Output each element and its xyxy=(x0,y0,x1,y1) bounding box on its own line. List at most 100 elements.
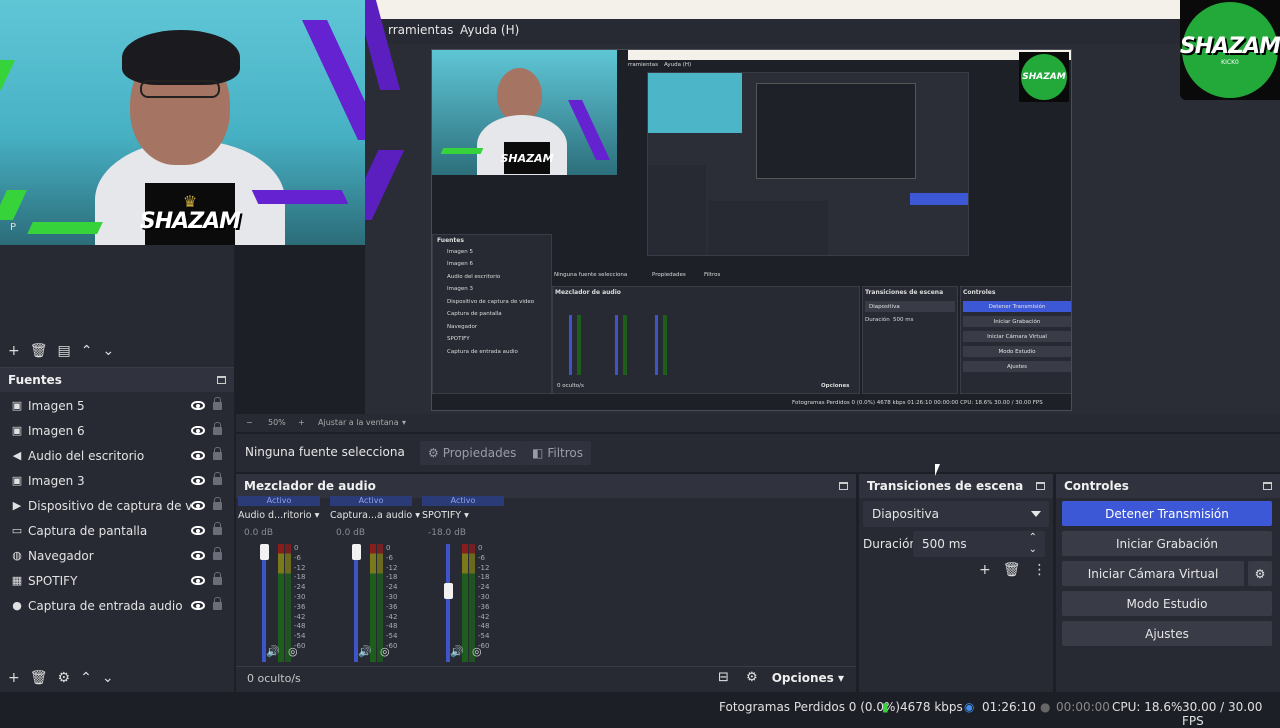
preview-meter xyxy=(577,315,581,375)
source-item[interactable]: ◀ Audio del escritorio xyxy=(0,443,234,468)
lock-icon[interactable] xyxy=(213,496,222,510)
preview-controls-panel: Controles Detener Transmisión Iniciar Gr… xyxy=(960,286,1071,394)
volume-slider-knob[interactable] xyxy=(260,544,269,560)
start-virtual-camera-button[interactable]: Iniciar Cámara Virtual xyxy=(1062,561,1244,586)
gear-icon[interactable]: ⚙ xyxy=(746,670,758,685)
trash-icon[interactable]: 🗑 xyxy=(1003,562,1021,578)
source-item[interactable]: ◍ Navegador xyxy=(0,543,234,568)
trash-icon[interactable]: 🗑 xyxy=(30,343,48,359)
fit-window[interactable]: Ajustar a la ventana xyxy=(318,418,399,427)
eye-icon[interactable] xyxy=(191,526,205,535)
mixer-header: Mezclador de audio xyxy=(236,474,856,498)
meter-tick-label: -36 xyxy=(386,602,398,611)
source-item[interactable]: ▶ Dispositivo de captura de vídeo xyxy=(0,493,234,518)
float-icon[interactable] xyxy=(1263,482,1272,490)
eye-icon[interactable] xyxy=(191,476,205,485)
settings-button[interactable]: Ajustes xyxy=(1062,621,1272,646)
lock-icon[interactable] xyxy=(213,396,222,410)
source-label: Audio del escritorio xyxy=(28,448,145,463)
add-icon[interactable]: + xyxy=(979,562,991,578)
lock-icon[interactable] xyxy=(213,421,222,435)
virtual-camera-settings-button[interactable]: ⚙ xyxy=(1248,561,1272,586)
zoom-in-icon[interactable]: + xyxy=(298,418,305,427)
transition-value: Diapositiva xyxy=(872,507,939,521)
chevron-down-icon[interactable]: ⌄ xyxy=(102,343,114,359)
camera-icon: ▶ xyxy=(12,499,22,512)
menu-help[interactable]: Ayuda (H) xyxy=(460,23,519,37)
record-time: 00:00:00 xyxy=(1056,700,1110,714)
eye-icon[interactable] xyxy=(191,501,205,510)
chevron-down-icon[interactable]: ▾ xyxy=(402,418,406,427)
live-time: 01:26:10 xyxy=(982,700,1036,714)
chevron-up-icon[interactable]: ⌃ xyxy=(81,343,93,359)
audio-mixer-dock: Mezclador de audio Activo Audio d...ritor… xyxy=(236,474,856,692)
source-item[interactable]: ▦ SPOTIFY xyxy=(0,568,234,593)
preview-meter xyxy=(663,315,667,375)
volume-slider-knob[interactable] xyxy=(352,544,361,560)
spin-arrows-icon[interactable]: ⌃ ⌄ xyxy=(1029,532,1037,556)
sources-toolbar: + 🗑 ⚙ ⌃ ⌄ xyxy=(8,670,114,686)
float-icon[interactable] xyxy=(1036,482,1045,490)
source-item[interactable]: ● Captura de entrada audio xyxy=(0,593,234,618)
lock-icon[interactable] xyxy=(213,446,222,460)
eye-icon[interactable] xyxy=(191,601,205,610)
headphones-icon[interactable]: ◎ xyxy=(380,645,390,658)
options-button[interactable]: Opciones ▾ xyxy=(772,671,844,685)
eye-icon[interactable] xyxy=(191,451,205,460)
channel-name[interactable]: Audio d...ritorio ▾ xyxy=(238,510,319,521)
start-recording-button[interactable]: Iniciar Grabación xyxy=(1062,531,1272,556)
lock-icon[interactable] xyxy=(213,571,222,585)
eye-icon[interactable] xyxy=(191,401,205,410)
channel-name[interactable]: Captura...a audio ▾ xyxy=(330,510,420,521)
preview-nested-mixer xyxy=(708,201,828,255)
properties-button[interactable]: ⚙ Propiedades xyxy=(420,441,525,465)
add-icon[interactable]: + xyxy=(8,343,20,359)
transition-select[interactable]: Diapositiva xyxy=(863,501,1049,527)
stop-streaming-button[interactable]: Detener Transmisión xyxy=(1062,501,1272,526)
eye-icon[interactable] xyxy=(191,551,205,560)
chevron-up-icon[interactable]: ⌃ xyxy=(80,670,92,686)
layout-icon[interactable]: ⊟ xyxy=(718,670,729,685)
filter-icon: ◧ xyxy=(532,446,544,460)
filters-button[interactable]: ◧ Filtros xyxy=(524,441,592,465)
globe-icon: ◍ xyxy=(12,549,22,562)
add-icon[interactable]: + xyxy=(8,670,20,686)
filter-icon[interactable]: ▤ xyxy=(58,343,71,359)
duration-input[interactable]: 500 ms ⌃ ⌄ xyxy=(913,531,1045,557)
gear-icon[interactable]: ⚙ xyxy=(58,670,71,686)
preview-stop-label: Detener Transmisión xyxy=(988,303,1046,310)
source-item[interactable]: ▭ Captura de pantalla xyxy=(0,518,234,543)
headphones-icon[interactable]: ◎ xyxy=(288,645,298,658)
preview-status: Fotogramas Perdidos 0 (0.0%) 4678 kbps 0… xyxy=(792,400,1043,406)
headphones-icon[interactable]: ◎ xyxy=(472,645,482,658)
more-icon[interactable]: ⋮ xyxy=(1033,562,1047,578)
speaker-icon[interactable]: 🔊 xyxy=(358,645,372,658)
studio-mode-button[interactable]: Modo Estudio xyxy=(1062,591,1272,616)
chevron-down-icon[interactable]: ⌄ xyxy=(102,670,114,686)
lock-icon[interactable] xyxy=(213,471,222,485)
zoom-out-icon[interactable]: − xyxy=(246,418,253,427)
source-item[interactable]: ▣ Imagen 6 xyxy=(0,418,234,443)
lock-icon[interactable] xyxy=(213,596,222,610)
trash-icon[interactable]: 🗑 xyxy=(30,670,48,686)
volume-slider-knob[interactable] xyxy=(444,582,453,599)
lock-icon[interactable] xyxy=(213,546,222,560)
menu-tools[interactable]: rramientas xyxy=(388,23,453,37)
preview-canvas[interactable]: SHAZAM rramientas Ayuda (H) SHAZAM Fuent… xyxy=(431,49,1072,411)
source-item[interactable]: ▣ Imagen 3 xyxy=(0,468,234,493)
source-item[interactable]: ▣ Imagen 5 xyxy=(0,393,234,418)
lock-icon[interactable] xyxy=(213,521,222,535)
eye-icon[interactable] xyxy=(191,426,205,435)
eye-icon[interactable] xyxy=(191,576,205,585)
speaker-icon[interactable]: 🔊 xyxy=(450,645,464,658)
float-icon[interactable] xyxy=(839,482,848,490)
preview-source-item: SPOTIFY xyxy=(447,336,470,342)
source-label: Imagen 3 xyxy=(28,473,85,488)
preview-controls-title: Controles xyxy=(963,289,996,296)
preview-nested-preview xyxy=(756,83,916,179)
float-icon[interactable] xyxy=(217,376,226,384)
channel-name[interactable]: SPOTIFY ▾ xyxy=(422,510,469,521)
live-icon: ◉ xyxy=(964,700,975,714)
channel-db: 0.0 dB xyxy=(244,528,274,538)
speaker-icon[interactable]: 🔊 xyxy=(266,645,280,658)
